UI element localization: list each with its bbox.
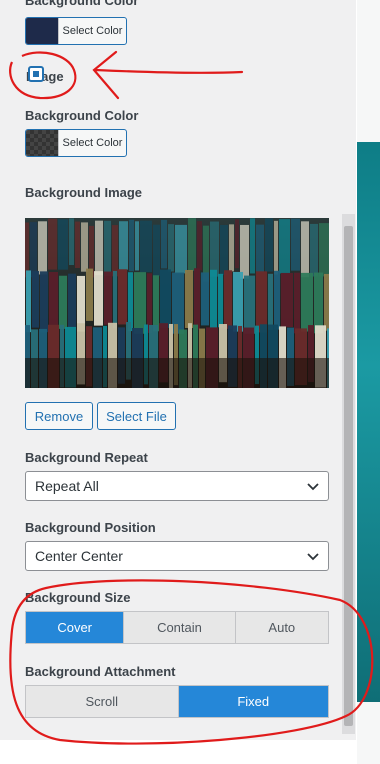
background-size-segmented: Cover Contain Auto [25, 611, 329, 644]
preview-image-edge [357, 142, 380, 702]
background-color-label: Background Color [25, 108, 139, 123]
chevron-down-icon [307, 553, 319, 561]
attachment-option-fixed[interactable]: Fixed [178, 686, 328, 717]
background-size-label: Background Size [25, 590, 131, 605]
scrollbar-thumb[interactable] [344, 226, 353, 726]
books-image [25, 218, 329, 388]
color-swatch-transparent [26, 130, 58, 156]
background-position-value: Center Center [35, 548, 123, 564]
background-repeat-label: Background Repeat [25, 450, 148, 465]
size-option-contain[interactable]: Contain [124, 612, 236, 643]
size-option-auto[interactable]: Auto [235, 612, 328, 643]
top-background-color-label: Background Color [25, 0, 139, 8]
select-file-button[interactable]: Select File [97, 402, 176, 430]
select-color-button[interactable]: Select Color [25, 129, 127, 157]
attachment-option-scroll[interactable]: Scroll [26, 686, 179, 717]
color-swatch [26, 18, 58, 44]
background-repeat-select[interactable]: Repeat All [25, 471, 329, 501]
background-image-preview [25, 218, 329, 388]
background-attachment-segmented: Scroll Fixed [25, 685, 329, 718]
background-repeat-value: Repeat All [35, 478, 99, 494]
top-select-color-button[interactable]: Select Color [25, 17, 127, 45]
select-color-label: Select Color [58, 18, 126, 44]
size-option-cover[interactable]: Cover [26, 612, 125, 643]
select-color-label: Select Color [58, 130, 126, 156]
background-position-label: Background Position [25, 520, 156, 535]
chevron-down-icon [307, 483, 319, 491]
image-checkbox[interactable] [28, 66, 44, 82]
remove-button[interactable]: Remove [25, 402, 93, 430]
background-position-select[interactable]: Center Center [25, 541, 329, 571]
background-attachment-label: Background Attachment [25, 664, 176, 679]
background-image-label: Background Image [25, 185, 143, 200]
